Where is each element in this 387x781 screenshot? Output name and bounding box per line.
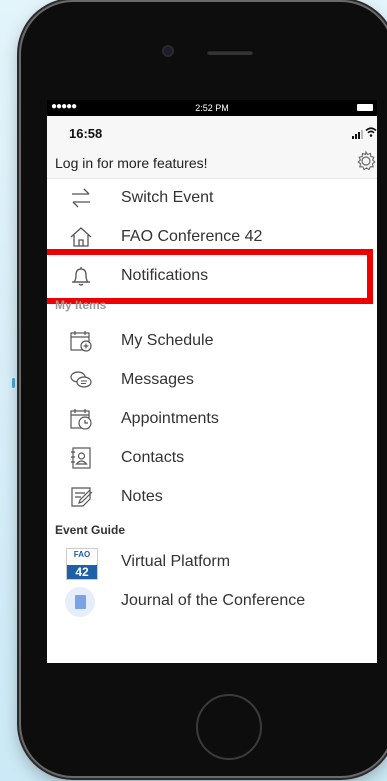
- menu-item-label: Contacts: [121, 449, 185, 466]
- edge-marker: [12, 378, 15, 388]
- calendar-clock-icon: [69, 407, 93, 431]
- badge-text: FAO: [73, 550, 91, 559]
- menu-item-label: Notes: [121, 488, 163, 505]
- app-time: 16:58: [69, 126, 103, 141]
- menu-item-my-schedule[interactable]: My Schedule: [47, 322, 377, 361]
- login-banner[interactable]: Log in for more features!: [47, 146, 377, 179]
- menu-item-label: Appointments: [121, 410, 219, 427]
- menu-item-label: My Schedule: [121, 332, 214, 349]
- home-icon: [69, 225, 93, 249]
- fao-logo-icon: FAO 42: [66, 548, 98, 580]
- section-event-guide: Event Guide: [47, 517, 377, 543]
- device-status-bar: ●●●●● 2:52 PM: [47, 100, 377, 116]
- badge-number: 42: [67, 565, 97, 579]
- switch-arrows-icon: [69, 186, 93, 210]
- home-button[interactable]: [196, 694, 262, 760]
- menu-item-notes[interactable]: Notes: [47, 478, 377, 517]
- menu-item-label: Switch Event: [121, 189, 214, 206]
- app-status-bar: 16:58: [47, 116, 377, 146]
- menu-item-label: Notifications: [121, 267, 209, 284]
- menu-item-notifications[interactable]: Notifications: [47, 249, 377, 304]
- menu-item-label: FAO Conference 42: [121, 228, 263, 245]
- calendar-add-icon: [69, 329, 93, 353]
- login-prompt[interactable]: Log in for more features!: [55, 155, 208, 171]
- document-icon: [65, 587, 95, 617]
- menu-item-messages[interactable]: Messages: [47, 361, 377, 400]
- section-my-items: My Items: [47, 296, 377, 322]
- menu-item-contacts[interactable]: Contacts: [47, 439, 377, 478]
- bell-icon: [69, 264, 93, 288]
- earpiece-speaker: [207, 50, 253, 55]
- menu-item-label: Virtual Platform: [121, 553, 231, 570]
- menu-item-virtual-platform[interactable]: FAO 42 Virtual Platform: [47, 543, 377, 582]
- chat-bubbles-icon: [69, 368, 93, 392]
- wifi-icon: [365, 126, 377, 140]
- phone-screen: ●●●●● 2:52 PM 16:58 Log in for more feat…: [47, 100, 377, 663]
- menu-item-label: Journal of the Conference: [121, 592, 306, 609]
- menu-item-label: Messages: [121, 371, 194, 388]
- menu-item-fao-conference[interactable]: FAO Conference 42: [47, 218, 377, 257]
- section-label: Event Guide: [55, 523, 126, 537]
- battery-icon: [357, 104, 373, 111]
- cellular-signal-icon: [352, 130, 363, 139]
- front-camera: [164, 47, 172, 55]
- contact-book-icon: [69, 446, 93, 470]
- section-label: My Items: [55, 298, 107, 312]
- menu-item-appointments[interactable]: Appointments: [47, 400, 377, 439]
- gear-icon[interactable]: [355, 150, 377, 177]
- menu-item-switch-event[interactable]: Switch Event: [47, 179, 377, 218]
- menu-item-journal[interactable]: Journal of the Conference: [47, 582, 377, 621]
- device-time: 2:52 PM: [195, 103, 229, 113]
- note-pencil-icon: [69, 485, 93, 509]
